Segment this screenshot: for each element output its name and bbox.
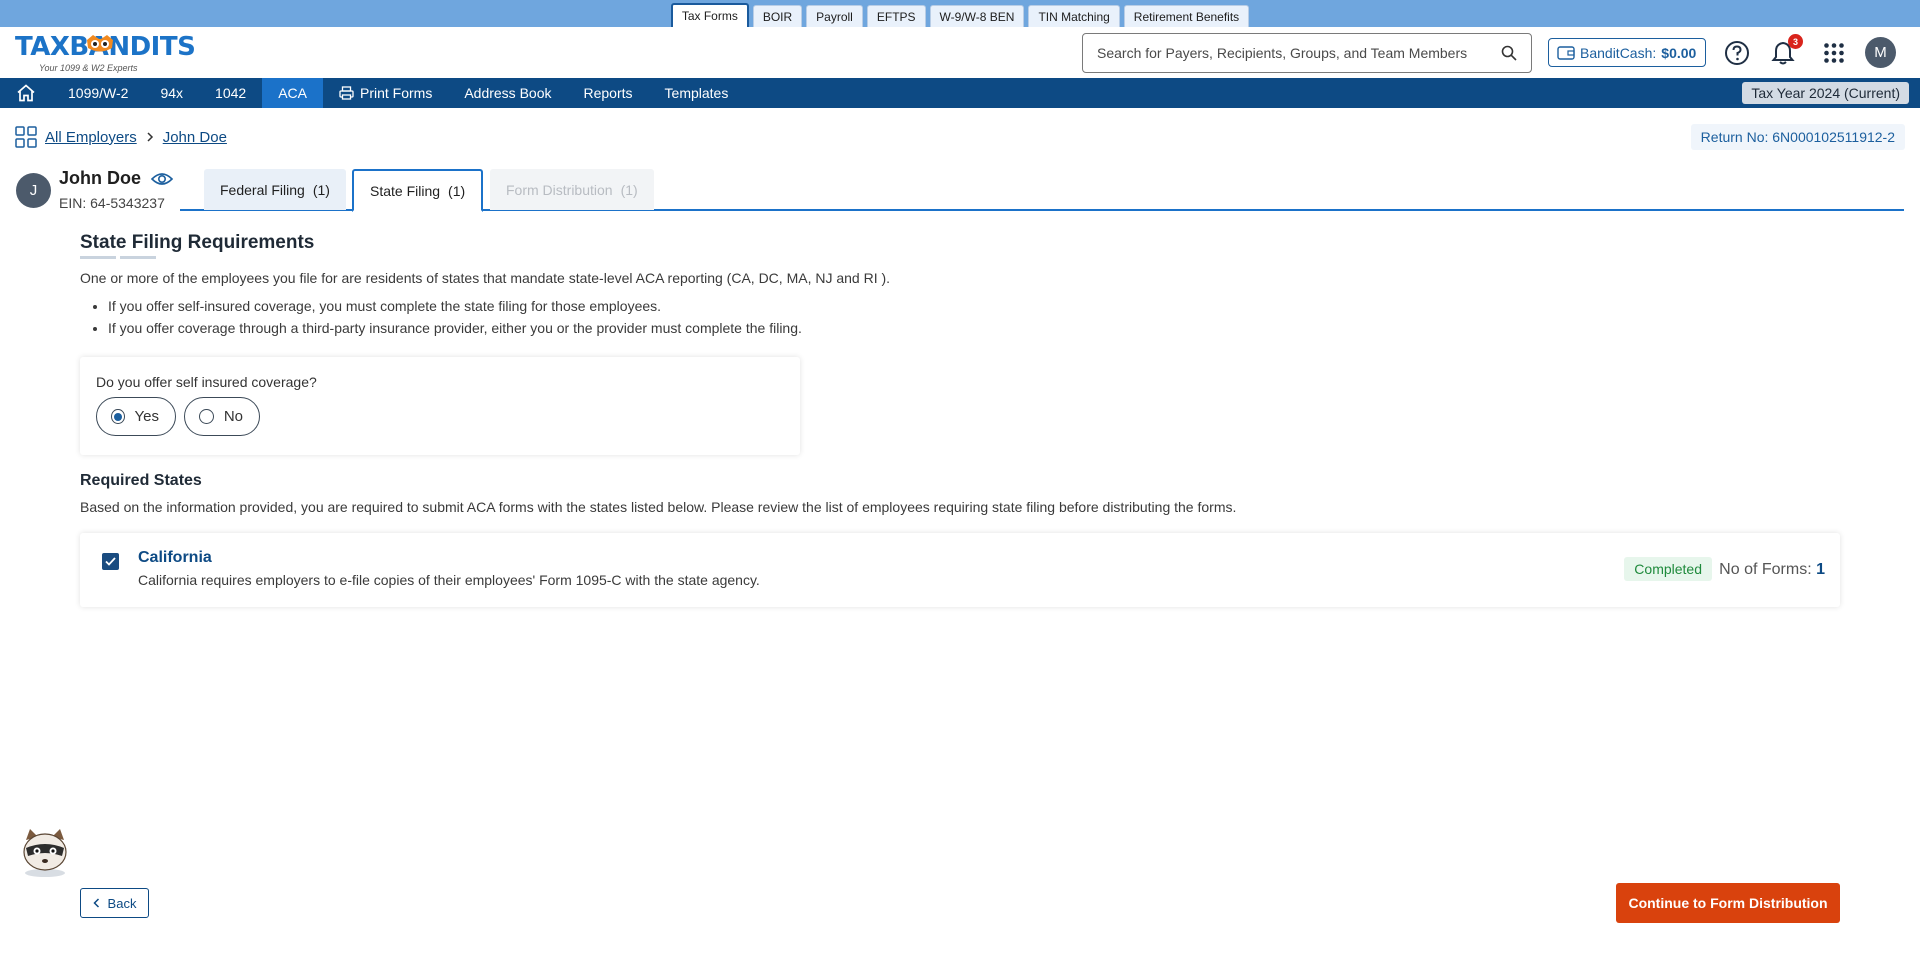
- title-accent-bar: [120, 256, 156, 259]
- back-button[interactable]: Back: [80, 888, 149, 918]
- back-button-label: Back: [107, 895, 137, 911]
- required-states-title: Required States: [80, 472, 202, 489]
- state-description: California requires employers to e-file …: [138, 572, 760, 588]
- tab-federal-filing-label: Federal Filing: [220, 181, 305, 198]
- nav-item-1099-w2[interactable]: 1099/W-2: [52, 78, 144, 108]
- chevron-left-icon: [92, 898, 99, 908]
- checkmark-icon: [105, 557, 116, 566]
- product-tab-boir[interactable]: BOIR: [752, 5, 803, 27]
- logo[interactable]: TAXBANDITS Your 1099 & W2 Experts: [15, 32, 205, 74]
- breadcrumb: All Employers John Doe: [15, 126, 227, 148]
- tab-federal-filing-count: (1): [312, 181, 330, 198]
- return-number: Return No: 6N000102511912-2: [1690, 124, 1905, 150]
- product-tab-w9-w8-ben[interactable]: W-9/W-8 BEN: [929, 5, 1025, 27]
- employer-avatar: J: [16, 173, 51, 208]
- self-insured-question: Do you offer self insured coverage?: [96, 374, 317, 390]
- bandit-cash-label: BanditCash:: [1580, 44, 1657, 61]
- search-input[interactable]: [1097, 45, 1501, 61]
- main-nav: 1099/W-2 94x 1042 ACA Print Forms Addres…: [0, 78, 1920, 108]
- requirements-intro: One or more of the employees you file fo…: [80, 270, 891, 286]
- nav-item-aca[interactable]: ACA: [262, 78, 323, 108]
- help-icon[interactable]: [1723, 39, 1751, 67]
- list-item: If you offer self-insured coverage, you …: [108, 298, 802, 314]
- bandit-cash-amount: $0.00: [1661, 44, 1697, 61]
- product-tab-payroll[interactable]: Payroll: [806, 5, 863, 27]
- logo-tagline: Your 1099 & W2 Experts: [39, 63, 138, 73]
- tab-state-filing[interactable]: State Filing (1): [352, 169, 484, 212]
- notification-count-badge: 3: [1788, 34, 1803, 49]
- forms-count-value: 1: [1816, 561, 1825, 578]
- tab-state-filing-label: State Filing: [370, 182, 441, 199]
- radio-no-label: No: [223, 408, 243, 425]
- required-states-description: Based on the information provided, you a…: [80, 499, 1237, 515]
- eye-icon[interactable]: [151, 171, 174, 187]
- radio-unselected-icon: [199, 409, 214, 424]
- owl-logo-icon: [87, 35, 113, 52]
- home-icon[interactable]: [0, 78, 52, 108]
- user-avatar[interactable]: M: [1865, 37, 1896, 68]
- breadcrumb-all-employers-link[interactable]: All Employers: [45, 129, 137, 146]
- nav-item-reports[interactable]: Reports: [568, 78, 649, 108]
- radio-yes[interactable]: Yes: [96, 397, 176, 436]
- header: TAXBANDITS Your 1099 & W2 Experts Bandit…: [0, 27, 1920, 78]
- tab-form-distribution: Form Distribution (1): [490, 169, 654, 210]
- dashboard-grid-icon: [15, 126, 37, 148]
- continue-to-form-distribution-button[interactable]: Continue to Form Distribution: [1616, 883, 1840, 923]
- state-name: California: [138, 549, 212, 566]
- bandit-cash-button[interactable]: BanditCash: $0.00: [1548, 38, 1706, 67]
- printer-icon: [339, 86, 354, 100]
- employer-ein: EIN: 64-5343237: [59, 195, 165, 211]
- notification-bell-icon[interactable]: 3: [1769, 34, 1803, 67]
- product-tab-tax-forms[interactable]: Tax Forms: [670, 3, 749, 27]
- wallet-icon: [1557, 45, 1575, 60]
- tab-form-distribution-label: Form Distribution: [506, 181, 613, 198]
- tax-year-selector[interactable]: Tax Year 2024 (Current): [1742, 82, 1909, 104]
- product-tab-eftps[interactable]: EFTPS: [866, 5, 926, 27]
- nav-item-print-forms[interactable]: Print Forms: [323, 78, 448, 108]
- requirements-bullets: If you offer self-insured coverage, you …: [108, 298, 802, 342]
- nav-item-templates[interactable]: Templates: [649, 78, 745, 108]
- status-badge: Completed: [1624, 557, 1712, 581]
- breadcrumb-current-link[interactable]: John Doe: [163, 129, 227, 146]
- self-insured-question-card: Do you offer self insured coverage? Yes …: [80, 357, 800, 455]
- apps-grid-icon[interactable]: [1820, 39, 1848, 67]
- nav-item-print-forms-label: Print Forms: [359, 85, 433, 101]
- title-accent-bar: [80, 256, 116, 259]
- radio-yes-label: Yes: [134, 408, 159, 425]
- nav-item-1042[interactable]: 1042: [199, 78, 262, 108]
- tab-state-filing-count: (1): [448, 182, 466, 199]
- section-title: State Filing Requirements: [80, 232, 315, 253]
- nav-item-address-book[interactable]: Address Book: [448, 78, 567, 108]
- tab-form-distribution-count: (1): [620, 181, 638, 198]
- product-bar: Tax Forms BOIR Payroll EFTPS W-9/W-8 BEN…: [0, 0, 1920, 27]
- list-item: If you offer coverage through a third-pa…: [108, 320, 802, 336]
- product-tab-tin-matching[interactable]: TIN Matching: [1028, 5, 1120, 27]
- state-card-california: California California requires employers…: [80, 533, 1840, 607]
- search-box[interactable]: [1082, 33, 1532, 73]
- tab-federal-filing[interactable]: Federal Filing (1): [204, 169, 346, 210]
- chevron-right-icon: [147, 132, 153, 142]
- employer-name: John Doe: [59, 168, 142, 188]
- forms-count-label: No of Forms:: [1719, 561, 1812, 578]
- product-tab-retirement-benefits[interactable]: Retirement Benefits: [1123, 5, 1250, 27]
- nav-item-94x[interactable]: 94x: [144, 78, 199, 108]
- radio-no[interactable]: No: [184, 397, 260, 436]
- search-icon[interactable]: [1501, 45, 1517, 61]
- forms-count: No of Forms: 1: [1719, 561, 1825, 579]
- state-checkbox[interactable]: [102, 553, 119, 570]
- radio-selected-icon: [111, 409, 125, 424]
- employer-name-row: John Doe: [59, 168, 174, 189]
- raccoon-mascot-icon[interactable]: [18, 826, 72, 878]
